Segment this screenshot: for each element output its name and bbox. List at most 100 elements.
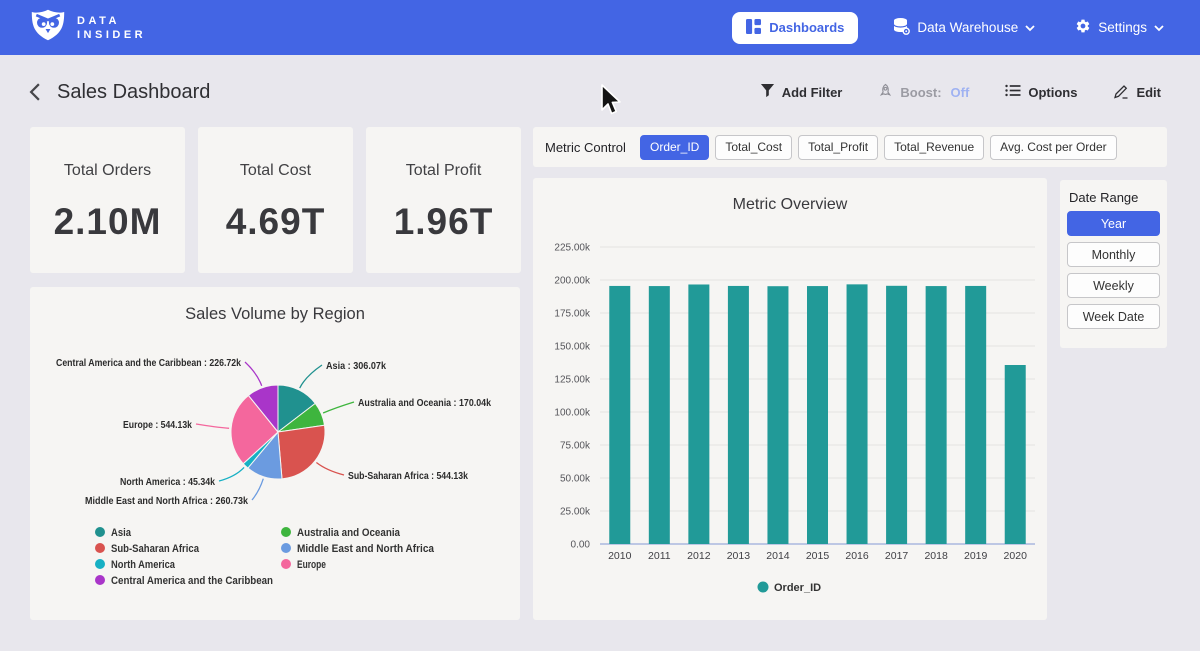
svg-text:25.00k: 25.00k <box>560 507 591 518</box>
gear-icon <box>1075 18 1091 37</box>
bar-chart: 0.00 25.00k 50.00k 75.00k 100.00k 125.00k 150.… <box>533 178 1047 620</box>
filter-funnel-icon <box>760 83 775 101</box>
svg-text:175.00k: 175.00k <box>554 309 591 320</box>
database-icon <box>892 17 910 38</box>
svg-text:2019: 2019 <box>964 550 988 562</box>
pie-chart: Asia : 306.07k Australia and Oceania : 17… <box>30 287 520 620</box>
bar-2010[interactable] <box>609 286 630 544</box>
svg-text:Middle East and North Africa :: Middle East and North Africa : 260.73k <box>85 496 248 507</box>
svg-text:150.00k: 150.00k <box>554 342 591 353</box>
bar-2017[interactable] <box>886 286 907 544</box>
top-nav: DATA INSIDER Dashboards <box>0 0 1200 55</box>
svg-text:225.00k: 225.00k <box>554 243 591 254</box>
svg-text:Central America and the Caribb: Central America and the Caribbean : 226.… <box>56 358 241 369</box>
options-label: Options <box>1028 85 1077 100</box>
date-range-week-date[interactable]: Week Date <box>1067 304 1160 329</box>
svg-text:2013: 2013 <box>727 550 751 562</box>
svg-text:Middle East and North Africa: Middle East and North Africa <box>297 543 435 555</box>
svg-text:Asia: Asia <box>111 527 132 539</box>
bar-2016[interactable] <box>847 284 868 544</box>
bar-2015[interactable] <box>807 286 828 544</box>
svg-text:2014: 2014 <box>766 550 790 562</box>
svg-text:100.00k: 100.00k <box>554 408 591 419</box>
bar-2014[interactable] <box>767 286 788 544</box>
svg-text:Australia and Oceania : 170.04: Australia and Oceania : 170.04k <box>358 398 491 409</box>
edit-button[interactable]: Edit <box>1107 82 1167 103</box>
svg-text:Central America and the Caribb: Central America and the Caribbean <box>111 575 273 587</box>
date-range-monthly[interactable]: Monthly <box>1067 242 1160 267</box>
nav-settings-button[interactable]: Settings <box>1069 17 1170 38</box>
svg-text:Sub-Saharan Africa: Sub-Saharan Africa <box>111 543 200 555</box>
add-filter-label: Add Filter <box>782 85 843 100</box>
svg-text:2010: 2010 <box>608 550 632 562</box>
pie-slice-sub-saharan-africa[interactable] <box>278 425 325 479</box>
metric-chip-order-id[interactable]: Order_ID <box>640 135 709 160</box>
kpi-label: Total Profit <box>366 162 521 180</box>
top-nav-menu: Dashboards Data Warehouse <box>732 12 1170 44</box>
svg-text:Australia and Oceania: Australia and Oceania <box>297 527 401 539</box>
svg-text:200.00k: 200.00k <box>554 276 591 287</box>
svg-text:50.00k: 50.00k <box>560 474 591 485</box>
boost-toggle[interactable]: Boost: Off <box>872 82 975 103</box>
metric-control-label: Metric Control <box>545 140 640 155</box>
bar-2012[interactable] <box>688 284 709 544</box>
add-filter-button[interactable]: Add Filter <box>754 82 849 102</box>
kpi-value: 1.96T <box>366 201 521 243</box>
date-range-weekly[interactable]: Weekly <box>1067 273 1160 298</box>
nav-dashboards-button[interactable]: Dashboards <box>732 12 858 44</box>
pencil-icon <box>1113 83 1129 102</box>
back-button[interactable] <box>28 82 42 102</box>
svg-text:125.00k: 125.00k <box>554 375 591 386</box>
metric-chip-avg-cost-per-order[interactable]: Avg. Cost per Order <box>990 135 1117 160</box>
bar-2018[interactable] <box>926 286 947 544</box>
pie-chart-card: Sales Volume by Region Asia : 306.07kAus… <box>30 287 520 620</box>
chevron-down-icon <box>1154 20 1164 35</box>
chevron-down-icon <box>1025 20 1035 35</box>
metric-control-bar: Metric Control Order_ID Total_Cost Total… <box>533 127 1167 167</box>
svg-text:Europe: Europe <box>297 559 326 571</box>
svg-text:2020: 2020 <box>1004 550 1028 562</box>
kpi-value: 4.69T <box>198 201 353 243</box>
svg-text:2015: 2015 <box>806 550 830 562</box>
brand-name: DATA INSIDER <box>77 14 146 42</box>
date-range-label: Date Range <box>1060 180 1167 205</box>
bar-2011[interactable] <box>649 286 670 544</box>
boost-state: Off <box>951 85 970 100</box>
nav-data-warehouse-button[interactable]: Data Warehouse <box>886 16 1041 39</box>
bar-2020[interactable] <box>1005 365 1026 544</box>
metric-chip-total-profit[interactable]: Total_Profit <box>798 135 878 160</box>
bar-2013[interactable] <box>728 286 749 544</box>
nav-dashboards-label: Dashboards <box>769 20 844 35</box>
svg-text:0.00: 0.00 <box>571 540 591 551</box>
kpi-card-total-cost: Total Cost 4.69T <box>198 127 353 273</box>
options-button[interactable]: Options <box>999 82 1083 102</box>
dashboard-grid-icon <box>746 19 761 37</box>
metric-chip-total-revenue[interactable]: Total_Revenue <box>884 135 984 160</box>
svg-text:2017: 2017 <box>885 550 909 562</box>
date-range-panel: Date Range Year Monthly Weekly Week Date <box>1060 180 1167 348</box>
svg-text:2011: 2011 <box>648 550 671 562</box>
list-options-icon <box>1005 83 1021 101</box>
kpi-card-total-profit: Total Profit 1.96T <box>366 127 521 273</box>
edit-label: Edit <box>1136 85 1161 100</box>
kpi-label: Total Cost <box>198 162 353 180</box>
page-title: Sales Dashboard <box>57 81 210 104</box>
nav-settings-label: Settings <box>1098 20 1147 35</box>
svg-text:Asia : 306.07k: Asia : 306.07k <box>326 361 386 372</box>
metric-control-chips: Order_ID Total_Cost Total_Profit Total_R… <box>640 135 1117 160</box>
bar-2019[interactable] <box>965 286 986 544</box>
svg-text:2018: 2018 <box>924 550 948 562</box>
kpi-label: Total Orders <box>30 162 185 180</box>
date-range-year[interactable]: Year <box>1067 211 1160 236</box>
app-window: DATA INSIDER Dashboards <box>0 0 1200 651</box>
svg-text:75.00k: 75.00k <box>560 441 591 452</box>
header-actions: Add Filter Boost: Off <box>754 82 1167 103</box>
svg-text:2012: 2012 <box>687 550 711 562</box>
bar-chart-card: Metric Overview 0.0025.00k50.00k75.00k10… <box>533 178 1047 620</box>
svg-text:North America : 45.34k: North America : 45.34k <box>120 477 215 488</box>
metric-chip-total-cost[interactable]: Total_Cost <box>715 135 792 160</box>
nav-data-warehouse-label: Data Warehouse <box>917 20 1018 35</box>
page-header: Sales Dashboard Add Filter Boost: Off <box>0 55 1200 121</box>
svg-text:Europe : 544.13k: Europe : 544.13k <box>123 420 192 431</box>
kpi-card-total-orders: Total Orders 2.10M <box>30 127 185 273</box>
